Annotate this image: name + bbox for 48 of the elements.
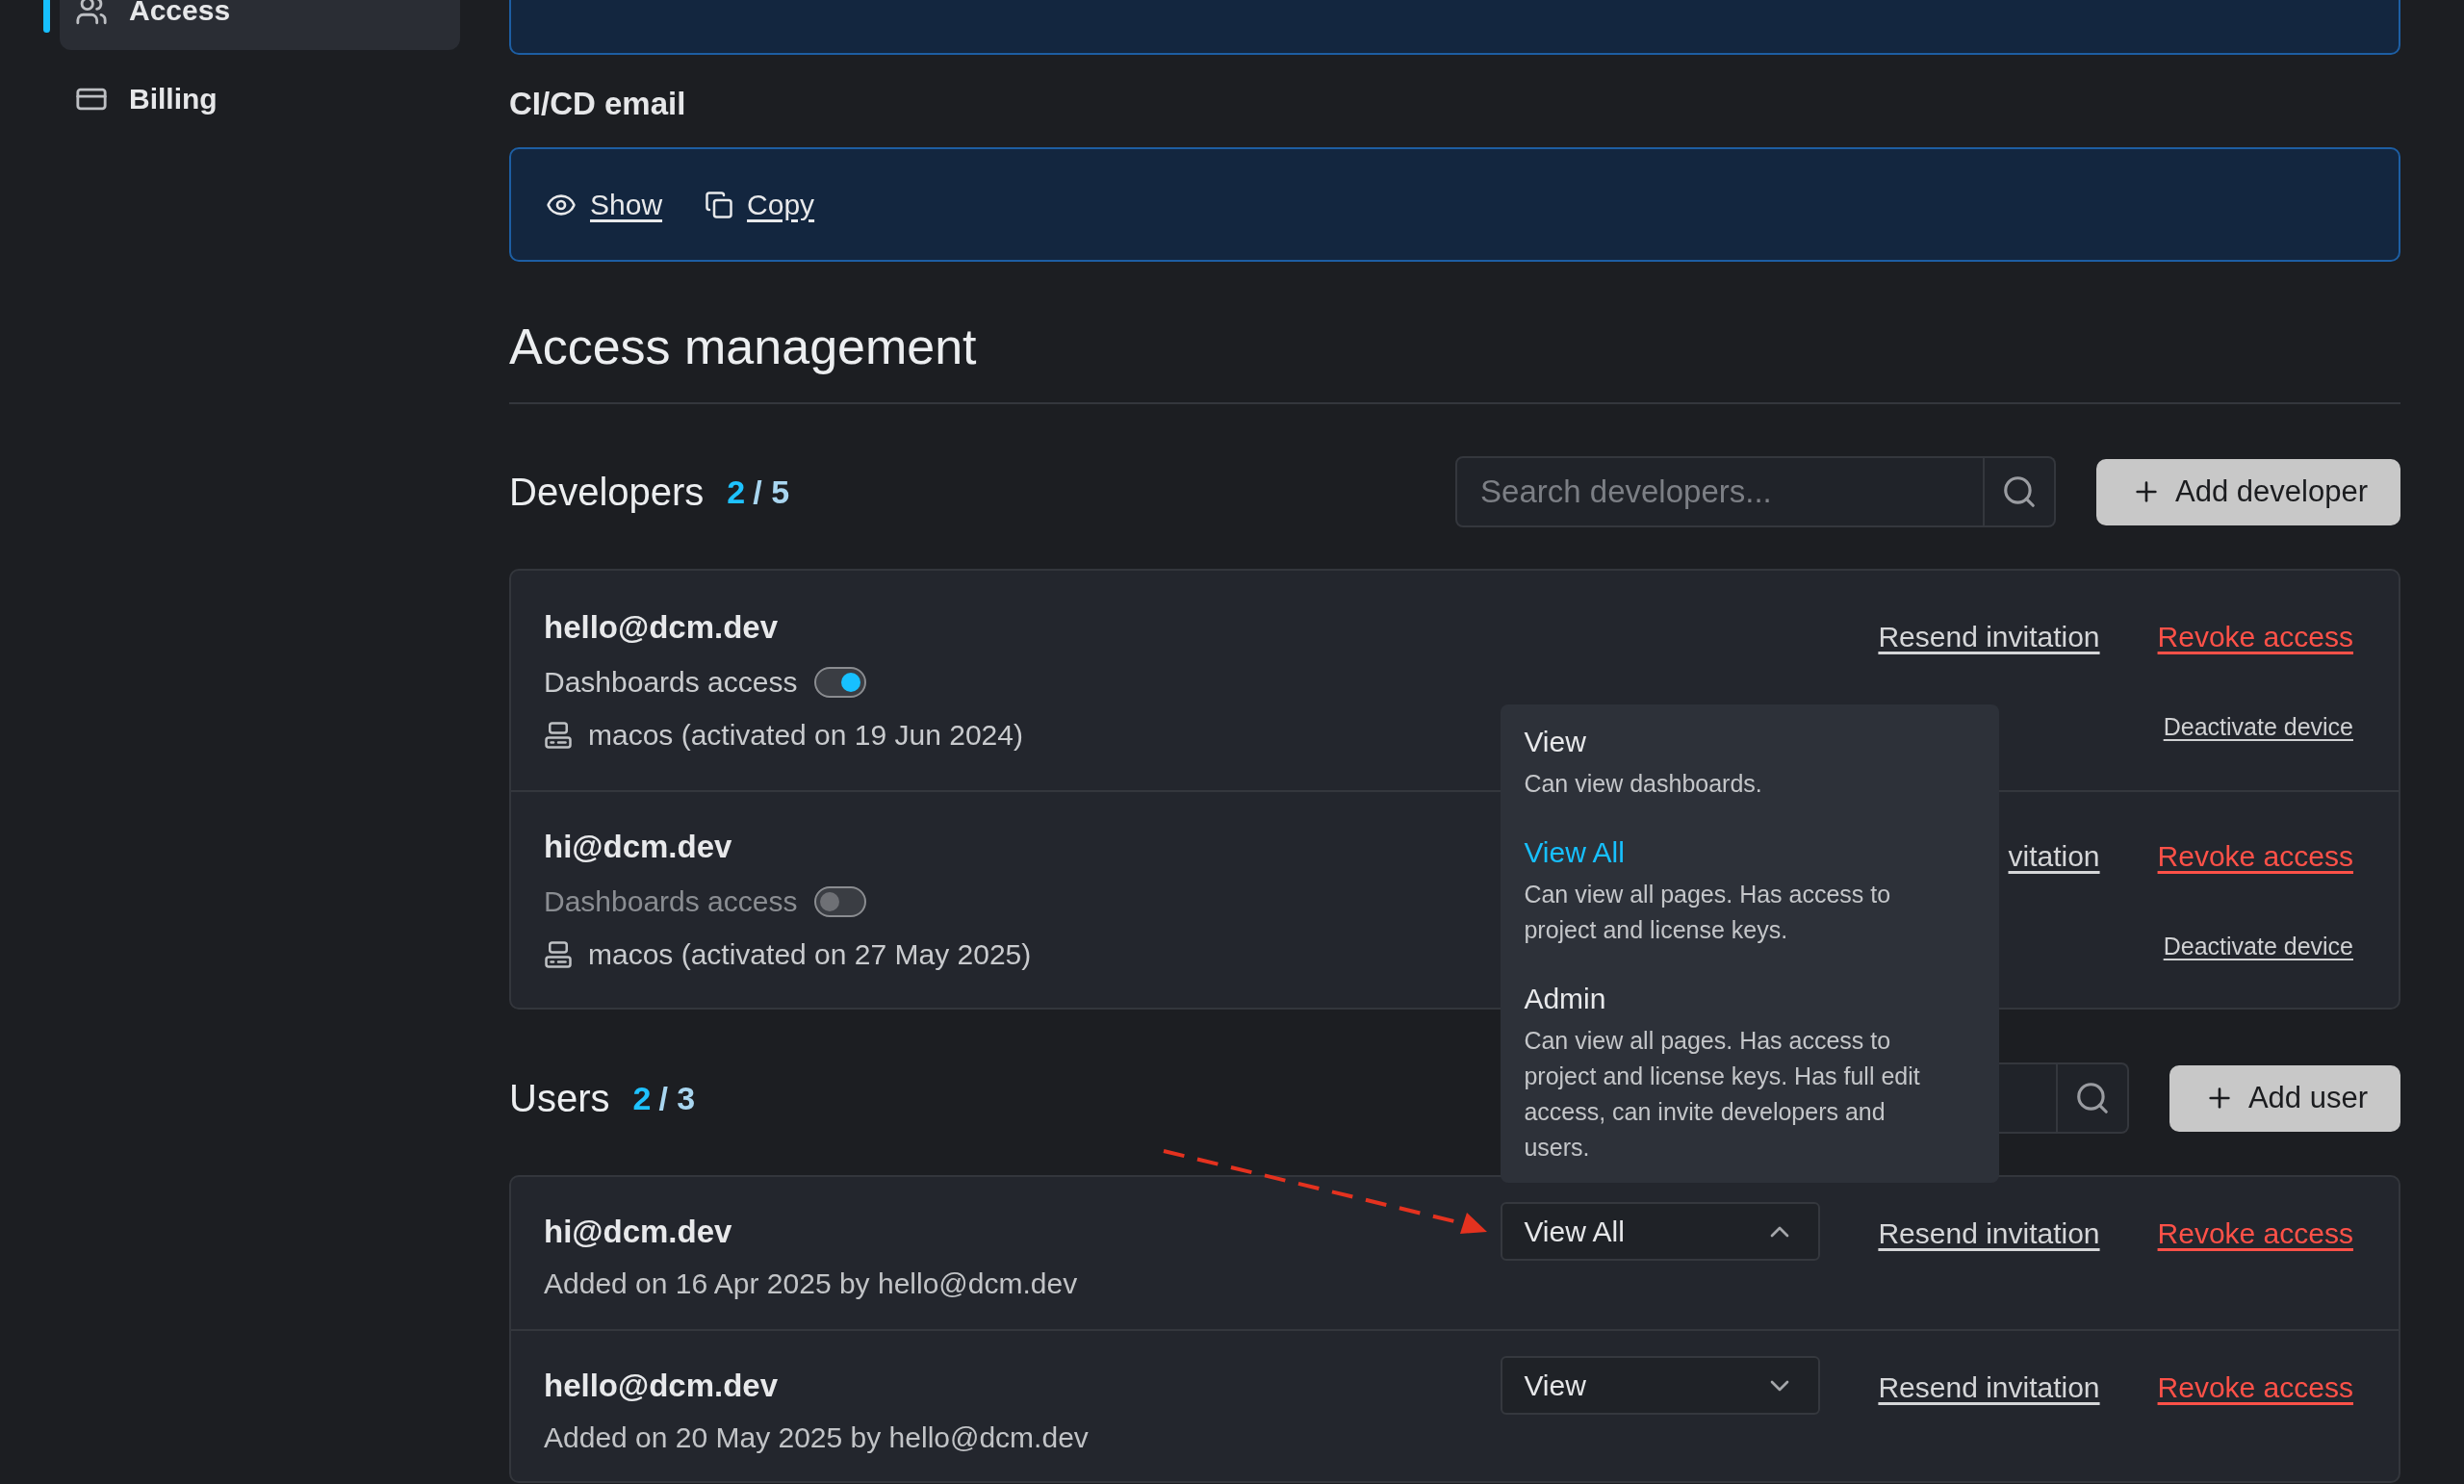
role-option[interactable]: View Can view dashboards. bbox=[1524, 726, 1977, 802]
user-email: hi@dcm.dev bbox=[544, 1214, 732, 1250]
add-user-button[interactable]: Add user bbox=[2169, 1064, 2400, 1132]
section-title: Developers bbox=[509, 470, 705, 514]
limit: / 3 bbox=[658, 1079, 696, 1117]
sidebar-item[interactable]: Access bbox=[60, 0, 460, 50]
role-option[interactable]: View All Can view all pages. Has access to project and license keys. bbox=[1524, 836, 1977, 948]
revoke-access-link[interactable]: Revoke access bbox=[2157, 1371, 2353, 1404]
user-email: hello@dcm.dev bbox=[544, 1368, 779, 1404]
search-button[interactable] bbox=[2057, 1062, 2129, 1134]
show-link[interactable]: Show bbox=[546, 188, 663, 221]
revoke-access-link[interactable]: Revoke access bbox=[2157, 1217, 2353, 1250]
add-developer-button[interactable]: Add developer bbox=[2096, 458, 2400, 525]
added-info: Added on 16 Apr 2025 by hello@dcm.dev bbox=[544, 1267, 1078, 1300]
device-info: macos (activated on 19 Jun 2024) bbox=[588, 719, 1023, 752]
search-field[interactable]: Search developers... bbox=[1455, 456, 1986, 527]
resend-invitation-link[interactable]: Resend invitation bbox=[1878, 1371, 2100, 1404]
resend-invitation-link[interactable]: Resend invitation bbox=[1878, 620, 2100, 653]
copy-link[interactable]: Copy bbox=[705, 188, 815, 221]
dashboards-toggle[interactable] bbox=[814, 886, 867, 917]
field-title: CI/CD email bbox=[509, 86, 687, 122]
count: 2 bbox=[632, 1079, 652, 1117]
role-select[interactable]: View All bbox=[1501, 1202, 1821, 1261]
copy-icon bbox=[705, 190, 734, 219]
developer-email: hi@dcm.dev bbox=[544, 829, 732, 865]
deactivate-device-link[interactable]: Deactivate device bbox=[2163, 712, 2353, 741]
section-title: Users bbox=[509, 1076, 610, 1120]
toggle-label: Dashboards access bbox=[544, 666, 798, 699]
toggle-label: Dashboards access bbox=[544, 885, 798, 918]
developer-email: hello@dcm.dev bbox=[544, 609, 779, 646]
revoke-access-link[interactable]: Revoke access bbox=[2157, 620, 2353, 653]
revoke-access-link[interactable]: Revoke access bbox=[2157, 839, 2353, 873]
count: 2 bbox=[727, 473, 746, 511]
role-select[interactable]: View bbox=[1501, 1356, 1821, 1415]
section-heading: Access management bbox=[509, 318, 2400, 404]
sidebar-item[interactable]: Billing bbox=[60, 60, 460, 139]
added-info: Added on 20 May 2025 by hello@dcm.dev bbox=[544, 1421, 1089, 1454]
resend-invitation-link[interactable]: vitation bbox=[2008, 839, 2100, 873]
search-button[interactable] bbox=[1985, 456, 2057, 527]
users-icon bbox=[75, 0, 108, 27]
resend-invitation-link[interactable]: Resend invitation bbox=[1878, 1217, 2100, 1250]
role-option[interactable]: Admin Can view all pages. Has access to project and license keys. Has full edit access, can invite developers and users. bbox=[1524, 983, 1977, 1165]
limit: / 5 bbox=[753, 473, 790, 511]
computer-icon bbox=[544, 940, 573, 969]
dashboards-toggle[interactable] bbox=[814, 667, 867, 698]
deactivate-device-link[interactable]: Deactivate device bbox=[2163, 932, 2353, 960]
device-info: macos (activated on 27 May 2025) bbox=[588, 938, 1032, 971]
computer-icon bbox=[544, 721, 573, 750]
